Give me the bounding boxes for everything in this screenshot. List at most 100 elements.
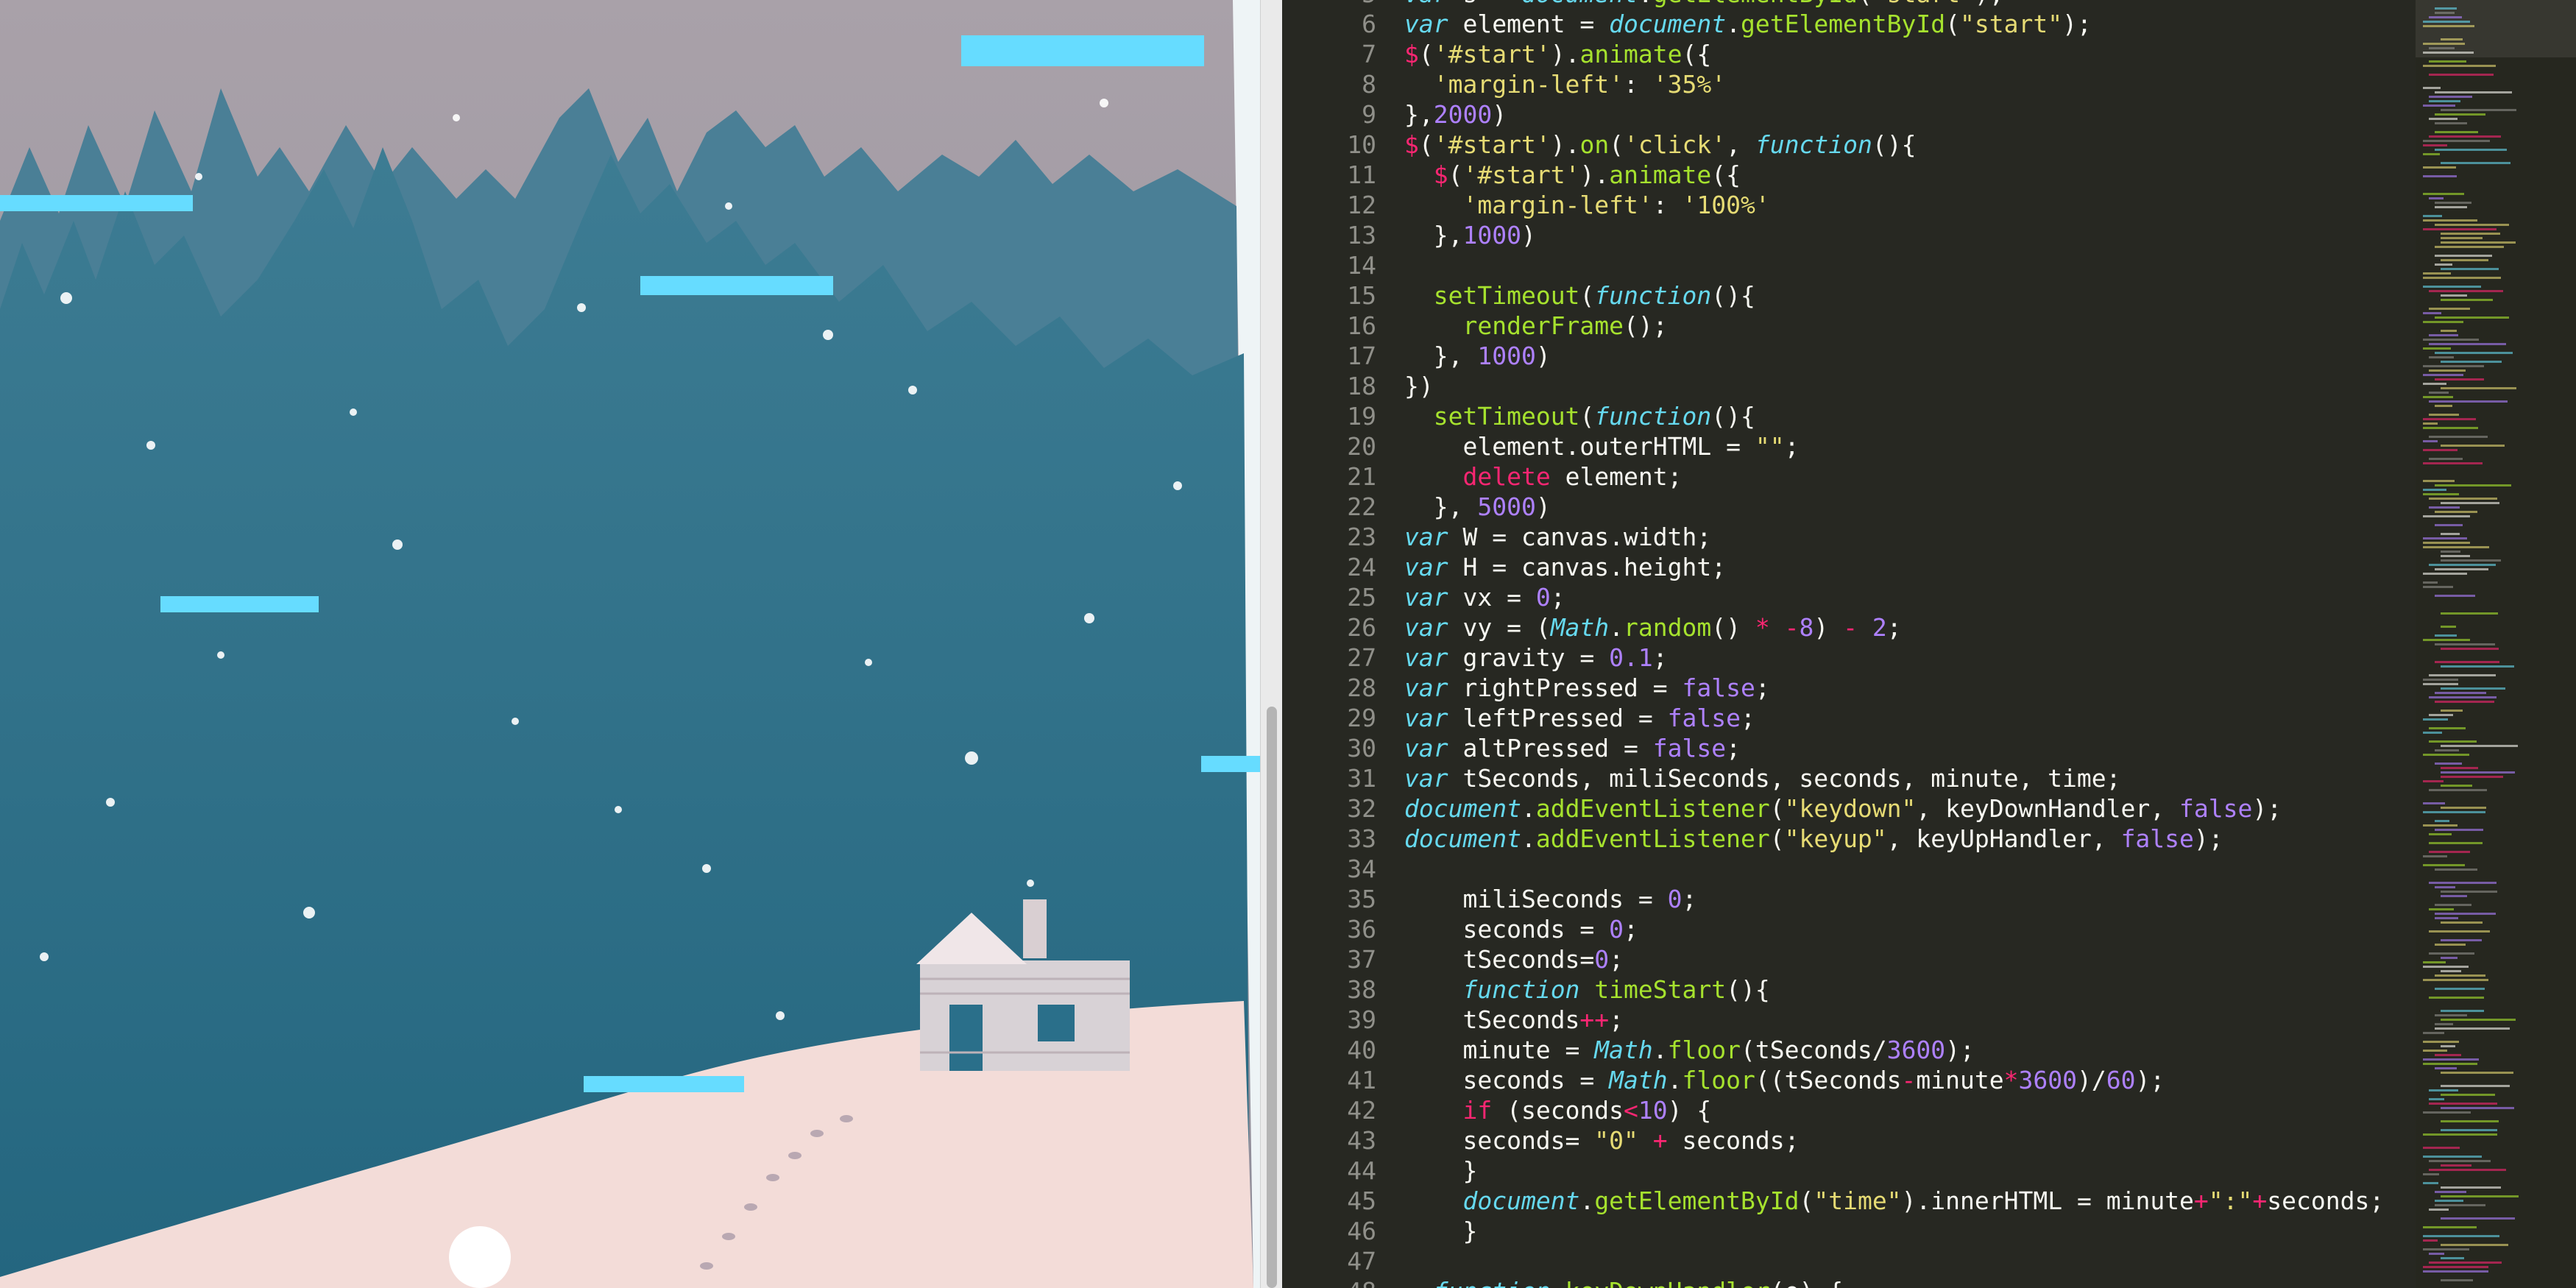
platform: [584, 1076, 744, 1092]
code-line[interactable]: }, 5000): [1404, 492, 2508, 522]
minimap-line: [2429, 740, 2477, 743]
code-line[interactable]: if (seconds<10) {: [1404, 1095, 2508, 1125]
code-line[interactable]: setTimeout(function(){: [1404, 401, 2508, 431]
code-line[interactable]: },2000): [1404, 99, 2508, 130]
minimap-line: [2423, 537, 2467, 539]
minimap-line: [2435, 1204, 2485, 1206]
code-line[interactable]: var W = canvas.width;: [1404, 522, 2508, 552]
platform: [640, 276, 833, 295]
minimap-line: [2423, 105, 2455, 107]
code-line[interactable]: seconds = Math.floor((tSeconds-minute*36…: [1404, 1065, 2508, 1095]
minimap-line: [2435, 868, 2477, 871]
minimap-line: [2423, 1182, 2438, 1184]
minimap-line: [2423, 449, 2458, 451]
game-preview[interactable]: [0, 0, 1260, 1288]
code-line[interactable]: [1404, 854, 2508, 884]
minimap-line: [2435, 829, 2483, 831]
code-line[interactable]: var s = document.getElementById("start")…: [1404, 0, 2508, 9]
minimap-line: [2429, 506, 2460, 509]
code-line[interactable]: function keyDownHandler(e) {: [1404, 1276, 2508, 1288]
code-line[interactable]: var H = canvas.height;: [1404, 552, 2508, 582]
line-number: 34: [1347, 854, 1376, 883]
minimap-line: [2441, 1010, 2484, 1012]
minimap-line: [2429, 1098, 2444, 1100]
code-editor[interactable]: 5678910111213141516171819202122232425262…: [1282, 0, 2576, 1288]
code-line[interactable]: minute = Math.floor(tSeconds/3600);: [1404, 1035, 2508, 1065]
code-line[interactable]: delete element;: [1404, 461, 2508, 492]
minimap-line: [2441, 1094, 2495, 1096]
code-line[interactable]: $('#start').animate({: [1404, 160, 2508, 190]
minimap-line: [2423, 1266, 2488, 1268]
code-line[interactable]: element.outerHTML = "";: [1404, 431, 2508, 461]
minimap-line: [2441, 939, 2482, 941]
minimap-line: [2435, 255, 2492, 257]
code-line[interactable]: var rightPressed = false;: [1404, 673, 2508, 703]
minimap-line: [2441, 1186, 2501, 1189]
code-line[interactable]: var gravity = 0.1;: [1404, 643, 2508, 673]
minimap-line: [2435, 149, 2507, 151]
line-number: 13: [1347, 221, 1376, 250]
minimap-line: [2441, 533, 2460, 535]
code-line[interactable]: var altPressed = false;: [1404, 733, 2508, 763]
minimap-line: [2429, 290, 2503, 292]
code-line[interactable]: setTimeout(function(){: [1404, 280, 2508, 311]
line-number: 8: [1362, 70, 1376, 99]
code-line[interactable]: tSeconds=0;: [1404, 944, 2508, 974]
line-number: 40: [1347, 1036, 1376, 1064]
code-line[interactable]: var vx = 0;: [1404, 582, 2508, 612]
code-line[interactable]: document.addEventListener("keyup", keyUp…: [1404, 824, 2508, 854]
code-line[interactable]: }): [1404, 371, 2508, 401]
minimap-line: [2441, 1107, 2514, 1109]
minimap-line: [2429, 74, 2494, 76]
code-line[interactable]: 'margin-left': '100%': [1404, 190, 2508, 220]
code-line[interactable]: [1404, 1246, 2508, 1276]
minimap-line: [2441, 299, 2493, 301]
code-line[interactable]: $('#start').on('click', function(){: [1404, 130, 2508, 160]
code-line[interactable]: var leftPressed = false;: [1404, 703, 2508, 733]
minimap-line: [2429, 674, 2496, 676]
preview-scrollbar[interactable]: [1260, 0, 1283, 1288]
minimap-line: [2423, 277, 2501, 279]
code-line[interactable]: miliSeconds = 0;: [1404, 884, 2508, 914]
code-line[interactable]: document.getElementById("time").innerHTM…: [1404, 1186, 2508, 1216]
line-number: 45: [1347, 1186, 1376, 1215]
line-number: 15: [1347, 281, 1376, 310]
minimap-line: [2441, 1164, 2471, 1167]
code-line[interactable]: }: [1404, 1216, 2508, 1246]
code-line[interactable]: document.addEventListener("keydown", key…: [1404, 793, 2508, 824]
minimap-line: [2423, 339, 2479, 341]
code-line[interactable]: }, 1000): [1404, 341, 2508, 371]
line-number: 33: [1347, 824, 1376, 853]
code-line[interactable]: }: [1404, 1156, 2508, 1186]
line-number: 46: [1347, 1217, 1376, 1245]
minimap-line: [2423, 21, 2470, 23]
code-line[interactable]: [1404, 250, 2508, 280]
minimap-line: [2423, 1173, 2439, 1175]
game-scene: [0, 0, 1253, 1288]
minimap-line: [2423, 1156, 2482, 1158]
line-number: 35: [1347, 885, 1376, 913]
game-canvas[interactable]: [0, 0, 1260, 1288]
code-line[interactable]: seconds = 0;: [1404, 914, 2508, 944]
code-line[interactable]: renderFrame();: [1404, 311, 2508, 341]
code-line[interactable]: seconds= "0" + seconds;: [1404, 1125, 2508, 1156]
code-line[interactable]: var vy = (Math.random() * -8) - 2;: [1404, 612, 2508, 643]
line-number: 24: [1347, 553, 1376, 581]
platform: [1201, 756, 1260, 772]
minimap-line: [2429, 118, 2458, 120]
minimap[interactable]: [2416, 0, 2576, 1288]
minimap-line: [2423, 1058, 2479, 1061]
code-area[interactable]: var s = document.getElementById("start")…: [1404, 0, 2508, 1288]
minimap-line: [2441, 785, 2472, 787]
code-line[interactable]: $('#start').animate({: [1404, 39, 2508, 69]
code-line[interactable]: var tSeconds, miliSeconds, seconds, minu…: [1404, 763, 2508, 793]
code-line[interactable]: tSeconds++;: [1404, 1005, 2508, 1035]
code-line[interactable]: },1000): [1404, 220, 2508, 250]
code-line[interactable]: function timeStart(){: [1404, 974, 2508, 1005]
code-line[interactable]: var element = document.getElementById("s…: [1404, 9, 2508, 39]
minimap-line: [2435, 12, 2455, 14]
code-line[interactable]: 'margin-left': '35%': [1404, 69, 2508, 99]
minimap-line: [2423, 802, 2445, 804]
preview-scrollbar-thumb[interactable]: [1267, 707, 1277, 1288]
minimap-line: [2429, 334, 2458, 336]
